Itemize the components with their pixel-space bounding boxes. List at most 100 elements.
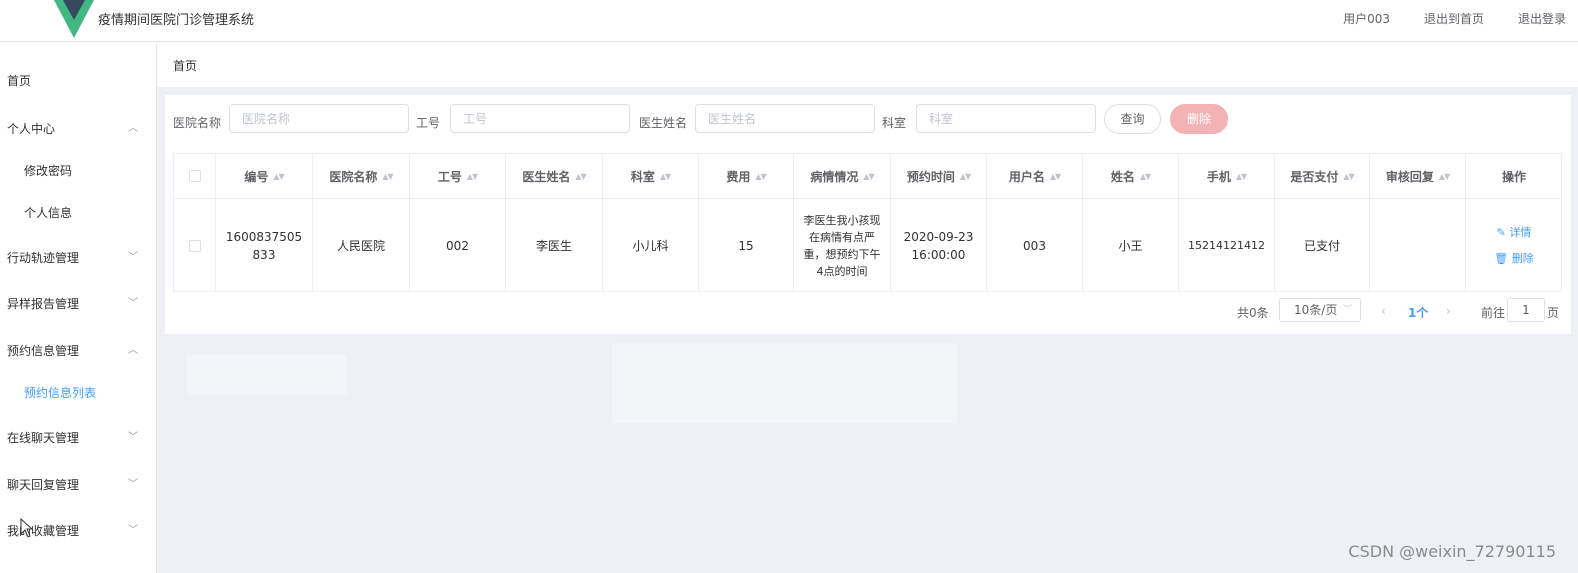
- table-header-cell[interactable]: 医院名称 ▲▼: [313, 154, 410, 199]
- sidebar-item-label: 修改密码: [24, 164, 73, 178]
- select-all-checkbox[interactable]: [188, 170, 201, 182]
- row-checkbox[interactable]: [188, 239, 201, 252]
- sort-icon: ▲▼: [382, 171, 393, 181]
- column-title: 是否支付: [1290, 169, 1339, 184]
- sidebar-item-chat-reply[interactable]: 聊天回复管理 ﹀: [0, 470, 156, 500]
- search-label-department: 科室: [882, 116, 907, 130]
- sidebar-item-online-chat[interactable]: 在线聊天管理 ﹀: [0, 423, 156, 453]
- page-size-select[interactable]: 10条/页 ﹀: [1279, 298, 1361, 322]
- current-user-link[interactable]: 用户003: [1343, 10, 1390, 27]
- prev-page-icon[interactable]: ‹: [1381, 304, 1386, 318]
- table-header-cell[interactable]: 手机 ▲▼: [1179, 154, 1275, 199]
- current-page[interactable]: 1个: [1408, 304, 1428, 321]
- vue-logo-icon: [54, 0, 94, 38]
- table-header-cell[interactable]: 医生姓名 ▲▼: [506, 154, 603, 199]
- back-to-home-link[interactable]: 退出到首页: [1424, 10, 1484, 27]
- column-title: 操作: [1501, 169, 1526, 184]
- table-header-cell[interactable]: 科室 ▲▼: [603, 154, 699, 199]
- doctor-name-input[interactable]: [695, 104, 875, 133]
- main-content: 首页 医院名称 工号 医生姓名 科室 查询 删除 编号 ▲▼ 医院名称 ▲▼ 工号 ▲…: [157, 43, 1578, 573]
- table-header-cell[interactable]: 是否支付 ▲▼: [1275, 154, 1370, 199]
- table-header-cell[interactable]: 用户名 ▲▼: [987, 154, 1083, 199]
- sidebar-item-label: 个人信息: [24, 206, 73, 220]
- sidebar-item-label: 在线聊天管理: [7, 431, 80, 445]
- table-header-cell[interactable]: 编号 ▲▼: [216, 154, 313, 199]
- trash-icon: 🗑: [1494, 251, 1512, 265]
- column-title: 病情情况: [810, 169, 859, 184]
- chevron-down-icon: ﹀: [128, 525, 138, 536]
- table-cell-username: 003: [987, 199, 1083, 292]
- row-delete-link[interactable]: 🗑 删除: [1494, 250, 1533, 268]
- query-button[interactable]: 查询: [1104, 104, 1161, 134]
- sort-icon: ▲▼: [755, 171, 766, 181]
- appointment-table: 编号 ▲▼ 医院名称 ▲▼ 工号 ▲▼ 医生姓名 ▲▼ 科室 ▲▼ 费用 ▲▼ 病情情况 ▲▼…: [173, 153, 1562, 292]
- sort-icon: ▲▼: [1438, 171, 1450, 181]
- table-cell-hospital: 人民医院: [313, 199, 410, 292]
- sidebar-item-change-password[interactable]: 修改密码: [0, 156, 156, 186]
- table-cell-fee: 15: [699, 199, 794, 292]
- breadcrumb[interactable]: 首页: [173, 57, 197, 74]
- column-title: 费用: [726, 169, 751, 184]
- header-links: 用户003 退出到首页 退出登录: [1343, 10, 1578, 27]
- staff-no-input[interactable]: [450, 104, 630, 133]
- sidebar-item-label: 聊天回复管理: [7, 478, 80, 492]
- column-title: 医生姓名: [522, 169, 571, 184]
- column-title: 医院名称: [329, 169, 378, 184]
- hospital-name-input[interactable]: [229, 104, 409, 133]
- search-label-doctor: 医生姓名: [639, 116, 688, 130]
- row-select-cell: [174, 199, 216, 292]
- sort-icon: ▲▼: [575, 171, 586, 181]
- table-cell-actions: ✎ 详情 🗑 删除: [1466, 199, 1562, 292]
- faded-overlay: [187, 355, 347, 395]
- sidebar-menu: 首页 个人中心 ︿ 修改密码 个人信息 行动轨迹管理 ﹀ 异样报告管理 ﹀ 预约…: [0, 43, 157, 573]
- column-title: 预约时间: [906, 169, 955, 184]
- page-size-value: 10条/页: [1294, 303, 1338, 317]
- table-header-cell[interactable]: 姓名 ▲▼: [1083, 154, 1179, 199]
- search-label-staff-no: 工号: [416, 116, 441, 130]
- column-title: 用户名: [1008, 169, 1045, 184]
- sidebar-item-home[interactable]: 首页: [0, 66, 156, 96]
- sidebar-item-appointment[interactable]: 预约信息管理 ︿: [0, 336, 156, 366]
- sort-icon: ▲▼: [1235, 171, 1247, 181]
- goto-page-input[interactable]: 1: [1507, 298, 1545, 322]
- table-cell-department: 小儿科: [603, 199, 699, 292]
- table-header-cell[interactable]: 病情情况 ▲▼: [794, 154, 891, 199]
- sidebar-item-personal-info[interactable]: 个人信息: [0, 198, 156, 228]
- column-title: 审核回复: [1385, 169, 1434, 184]
- department-input[interactable]: [916, 104, 1096, 133]
- goto-label: 前往: [1481, 306, 1506, 320]
- table-header-select: [174, 154, 216, 199]
- sidebar-item-personal-center[interactable]: 个人中心 ︿: [0, 114, 156, 144]
- table-cell-condition: 李医生我小孩现在病情有点严重，想预约下午4点的时间: [794, 199, 891, 292]
- table-cell-appointment-time: 2020-09-23 16:00:00: [891, 199, 987, 292]
- search-label-hospital: 医院名称: [173, 116, 222, 130]
- logout-link[interactable]: 退出登录: [1518, 10, 1566, 27]
- table-header-cell[interactable]: 预约时间 ▲▼: [891, 154, 987, 199]
- column-title: 编号: [244, 169, 269, 184]
- chevron-up-icon: ︿: [128, 123, 138, 134]
- pagination-total: 共0条: [1237, 306, 1269, 320]
- chevron-down-icon: ﹀: [1342, 305, 1352, 315]
- table-header-cell[interactable]: 审核回复 ▲▼: [1370, 154, 1466, 199]
- sidebar-item-appointment-list[interactable]: 预约信息列表: [0, 378, 156, 408]
- table-cell-id: 1600837505833: [216, 199, 313, 292]
- table-header-cell[interactable]: 工号 ▲▼: [410, 154, 506, 199]
- column-title: 科室: [630, 169, 655, 184]
- column-title: 工号: [437, 169, 462, 184]
- detail-link[interactable]: ✎ 详情: [1497, 224, 1532, 242]
- chevron-down-icon: ﹀: [128, 432, 138, 443]
- sort-icon: ▲▼: [1049, 171, 1061, 181]
- chevron-down-icon: ﹀: [128, 252, 138, 263]
- sidebar-item-label: 首页: [7, 74, 32, 88]
- table-header-cell[interactable]: 费用 ▲▼: [699, 154, 794, 199]
- sidebar-item-abnormal-report[interactable]: 异样报告管理 ﹀: [0, 289, 156, 319]
- sidebar-item-label: 个人中心: [7, 122, 56, 136]
- sidebar-item-trajectory[interactable]: 行动轨迹管理 ﹀: [0, 243, 156, 273]
- faded-overlay: [612, 343, 957, 423]
- table-cell-name: 小王: [1083, 199, 1179, 292]
- next-page-icon[interactable]: ›: [1446, 304, 1451, 318]
- column-title: 手机: [1206, 169, 1231, 184]
- sort-icon: ▲▼: [659, 171, 671, 181]
- edit-icon: ✎: [1496, 225, 1510, 239]
- batch-delete-button[interactable]: 删除: [1170, 104, 1228, 134]
